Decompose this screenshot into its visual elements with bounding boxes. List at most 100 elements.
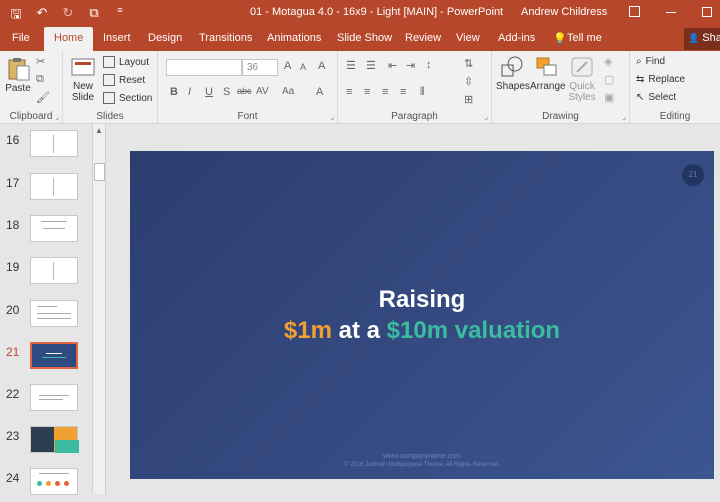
- tab-add-ins[interactable]: Add-ins: [498, 32, 535, 44]
- slide-number-badge: 21: [682, 164, 704, 186]
- cursor-icon: ↖: [636, 92, 645, 103]
- tell-me-search[interactable]: Tell me: [567, 32, 602, 44]
- section-button[interactable]: Section: [103, 92, 152, 104]
- customize-qat-icon[interactable]: ≡: [112, 5, 128, 27]
- user-name[interactable]: Andrew Childress: [521, 6, 607, 18]
- slide-thumbnail[interactable]: 17: [0, 173, 92, 207]
- quick-styles-button[interactable]: Quick Styles: [566, 55, 598, 103]
- redo-icon[interactable]: ↻: [60, 5, 76, 27]
- layout-button[interactable]: Layout: [103, 56, 149, 68]
- slide-thumbnail[interactable]: 19: [0, 257, 92, 291]
- slide-thumbnail[interactable]: 16: [0, 130, 92, 164]
- slide-subtitle[interactable]: $1m at a $10m valuation: [130, 317, 714, 345]
- shape-fill-icon[interactable]: ◈: [604, 55, 612, 68]
- slide-thumbnail[interactable]: 24: [0, 468, 92, 502]
- raise-amount: $1m: [283, 317, 332, 344]
- share-label: Shar: [702, 32, 720, 44]
- select-button[interactable]: ↖ Select: [636, 92, 676, 103]
- decrease-indent-icon[interactable]: ⇤: [388, 59, 397, 72]
- shadow-button[interactable]: S: [223, 86, 230, 98]
- tab-transitions[interactable]: Transitions: [199, 32, 252, 44]
- start-presentation-icon[interactable]: ⧉: [86, 5, 102, 27]
- find-button[interactable]: ⌕ Find: [636, 56, 665, 67]
- layout-icon: [103, 56, 115, 68]
- shape-effects-icon[interactable]: ▣: [604, 91, 614, 104]
- undo-icon[interactable]: ↶: [34, 5, 50, 27]
- bold-button[interactable]: B: [170, 86, 178, 98]
- italic-button[interactable]: I: [188, 86, 191, 98]
- cut-icon[interactable]: ✂: [36, 55, 45, 68]
- slide-thumbnail[interactable]: 22: [0, 384, 92, 418]
- text-direction-icon[interactable]: ⇅: [464, 57, 473, 70]
- line-spacing-icon[interactable]: ↕: [426, 59, 432, 71]
- save-icon[interactable]: 🖫: [8, 5, 24, 27]
- group-label-slides: Slides: [96, 111, 124, 122]
- font-family-field[interactable]: [166, 59, 242, 76]
- scroll-up-icon[interactable]: ▲: [95, 126, 103, 135]
- align-center-icon[interactable]: ≡: [364, 86, 370, 98]
- dialog-launcher-icon[interactable]: ⌟: [484, 112, 488, 121]
- ribbon-display-options-icon[interactable]: [629, 6, 640, 17]
- tab-file[interactable]: File: [12, 32, 30, 44]
- dialog-launcher-icon[interactable]: ⌟: [622, 112, 626, 121]
- copy-icon[interactable]: ⧉: [36, 73, 44, 86]
- slide-number: 18: [6, 218, 20, 232]
- slide-number: 24: [6, 471, 20, 485]
- align-right-icon[interactable]: ≡: [382, 86, 388, 98]
- slide-preview: [30, 257, 78, 284]
- current-slide[interactable]: 21 Raising $1m at a $10m valuation www.c…: [130, 151, 714, 479]
- tab-slide-show[interactable]: Slide Show: [337, 32, 392, 44]
- slide-thumbnail[interactable]: 23: [0, 426, 92, 460]
- font-color-button[interactable]: A: [316, 86, 323, 98]
- replace-button[interactable]: ⇆ Replace: [636, 74, 685, 85]
- tab-view[interactable]: View: [456, 32, 480, 44]
- font-size-field[interactable]: 36: [242, 59, 278, 76]
- justify-icon[interactable]: ≡: [400, 86, 406, 98]
- shape-outline-icon[interactable]: ▢: [604, 73, 614, 86]
- slide-preview: [30, 300, 78, 327]
- format-painter-icon[interactable]: 🖌: [36, 91, 50, 104]
- change-case-button[interactable]: Aa: [282, 86, 294, 97]
- tab-animations[interactable]: Animations: [267, 32, 321, 44]
- shapes-button[interactable]: Shapes: [496, 55, 530, 92]
- paste-button[interactable]: Paste: [4, 57, 32, 94]
- dialog-launcher-icon[interactable]: ⌟: [330, 112, 334, 121]
- underline-button[interactable]: U: [205, 86, 213, 98]
- slide-thumbnail[interactable]: 20: [0, 300, 92, 334]
- group-slides: New Slide Layout Reset Section Slides: [63, 51, 158, 124]
- title-bar: 🖫 ↶ ↻ ⧉ ≡ 01 - Motagua 4.0 - 16x9 - Ligh…: [0, 0, 720, 27]
- shapes-icon: [501, 56, 523, 77]
- increase-indent-icon[interactable]: ⇥: [406, 59, 415, 72]
- reset-button[interactable]: Reset: [103, 74, 145, 86]
- align-text-icon[interactable]: ⇳: [464, 75, 473, 88]
- subtitle-connector: at a: [331, 317, 387, 344]
- minimize-icon[interactable]: [666, 12, 676, 13]
- columns-icon[interactable]: ⫴: [420, 86, 425, 99]
- tab-design[interactable]: Design: [148, 32, 182, 44]
- numbering-icon[interactable]: ☰: [366, 59, 376, 72]
- grow-font-button[interactable]: A: [284, 60, 291, 72]
- arrange-button[interactable]: Arrange: [530, 55, 566, 92]
- group-label-drawing: Drawing: [542, 111, 579, 122]
- align-left-icon[interactable]: ≡: [346, 86, 352, 98]
- maximize-icon[interactable]: [702, 7, 712, 17]
- character-spacing-button[interactable]: AV: [256, 86, 269, 97]
- bullets-icon[interactable]: ☰: [346, 59, 356, 72]
- tab-home[interactable]: Home: [44, 27, 94, 51]
- scrollbar-thumb[interactable]: [94, 163, 105, 181]
- smartart-icon[interactable]: ⊞: [464, 93, 473, 106]
- strikethrough-button[interactable]: abc: [237, 86, 252, 96]
- thumbnail-scrollbar[interactable]: ▲: [92, 124, 106, 494]
- shrink-font-button[interactable]: A: [300, 62, 306, 72]
- slide-title[interactable]: Raising: [130, 286, 714, 314]
- slide-preview: [30, 173, 78, 200]
- slide-thumbnail[interactable]: 21: [0, 342, 92, 376]
- new-slide-button[interactable]: New Slide: [67, 55, 99, 103]
- tab-insert[interactable]: Insert: [103, 32, 131, 44]
- clear-formatting-button[interactable]: A: [318, 60, 325, 72]
- footer-url: www.companyname.com: [383, 453, 461, 460]
- share-button[interactable]: 👤 Shar: [684, 28, 720, 50]
- tab-review[interactable]: Review: [405, 32, 441, 44]
- dialog-launcher-icon[interactable]: ⌟: [55, 112, 59, 121]
- slide-thumbnail[interactable]: 18: [0, 215, 92, 249]
